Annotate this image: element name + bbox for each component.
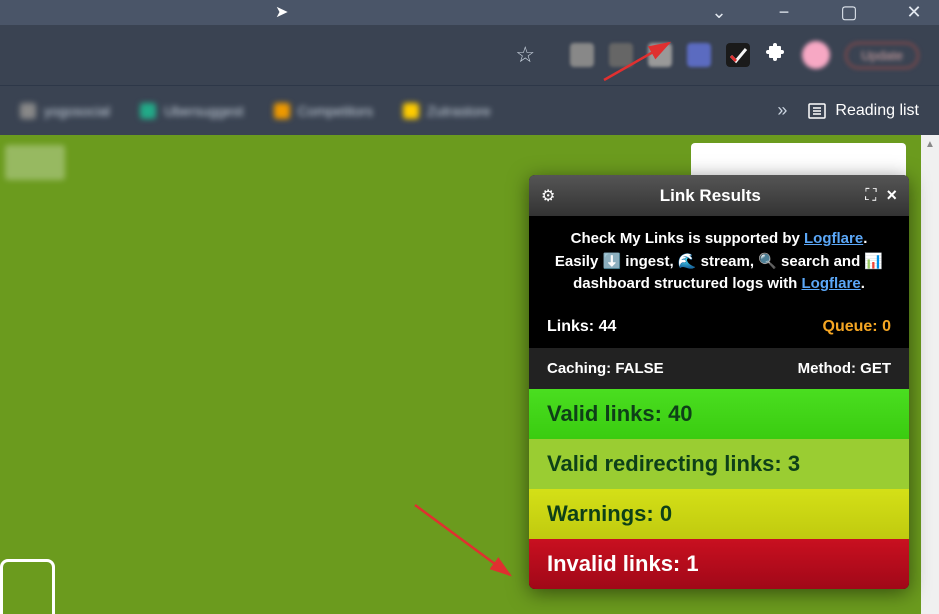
extension-icon-4[interactable] (687, 43, 711, 67)
link-results-panel: ⚙ Link Results ⛶ × Check My Links is sup… (529, 175, 909, 589)
maximize-button[interactable]: ▢ (834, 2, 864, 23)
panel-description: Check My Links is supported by Logflare.… (547, 228, 891, 296)
close-window-button[interactable]: ✕ (899, 2, 929, 23)
invalid-links-row[interactable]: Invalid links: 1 (529, 539, 909, 589)
profile-avatar[interactable] (802, 41, 830, 69)
bookmark-label: yogosocial (44, 103, 110, 119)
queue-count: Queue: 0 (823, 318, 891, 336)
bookmark-star-icon[interactable]: ☆ (515, 42, 535, 68)
minimize-button[interactable]: − (769, 2, 799, 23)
browser-toolbar: ☆ Update (0, 25, 939, 85)
stats-row: Links: 44 Queue: 0 (547, 318, 891, 336)
extension-icon-2[interactable] (609, 43, 633, 67)
bookmark-item[interactable]: Ubersuggest (140, 103, 243, 119)
expand-icon[interactable]: ⛶ (865, 187, 876, 205)
panel-body: Check My Links is supported by Logflare.… (529, 216, 909, 348)
links-count: Links: 44 (547, 318, 616, 336)
close-icon[interactable]: × (886, 185, 897, 206)
page-element (5, 145, 65, 180)
warnings-row[interactable]: Warnings: 0 (529, 489, 909, 539)
update-badge[interactable]: Update (845, 42, 919, 69)
bookmarks-overflow-icon[interactable]: » (777, 100, 787, 121)
bookmarks-bar: yogosocial Ubersuggest Competitors Zutra… (0, 85, 939, 135)
extension-icon-3[interactable] (648, 43, 672, 67)
reading-list-button[interactable]: Reading list (807, 101, 919, 121)
bookmark-item[interactable]: Zutrastore (403, 103, 491, 119)
bookmark-item[interactable]: yogosocial (20, 103, 110, 119)
bookmark-label: Competitors (298, 103, 373, 119)
caching-row: Caching: FALSE Method: GET (529, 348, 909, 389)
bookmark-item[interactable]: Competitors (274, 103, 373, 119)
page-element (0, 559, 55, 614)
logflare-link[interactable]: Logflare (802, 275, 861, 292)
scroll-up-arrow[interactable]: ▲ (921, 135, 939, 153)
scrollbar[interactable]: ▲ (921, 135, 939, 614)
method-value: Method: GET (798, 360, 891, 377)
extension-icon-1[interactable] (570, 43, 594, 67)
panel-title: Link Results (555, 186, 865, 206)
caching-value: Caching: FALSE (547, 360, 664, 377)
valid-links-row[interactable]: Valid links: 40 (529, 389, 909, 439)
window-titlebar: ⌄ − ▢ ✕ (0, 0, 939, 25)
reading-list-icon (807, 101, 827, 121)
reading-list-label: Reading list (835, 102, 919, 120)
titlebar-chevron[interactable]: ⌄ (704, 2, 734, 23)
desc-text: . (863, 230, 867, 247)
redirecting-links-row[interactable]: Valid redirecting links: 3 (529, 439, 909, 489)
gear-icon[interactable]: ⚙ (541, 186, 555, 206)
panel-header: ⚙ Link Results ⛶ × (529, 175, 909, 216)
extensions-puzzle-icon[interactable] (765, 41, 787, 69)
bookmark-label: Ubersuggest (164, 103, 243, 119)
logflare-link[interactable]: Logflare (804, 230, 863, 247)
bookmark-label: Zutrastore (427, 103, 491, 119)
desc-text: . (861, 275, 865, 292)
check-my-links-extension-icon[interactable] (726, 43, 750, 67)
desc-text: Check My Links is supported by (571, 230, 804, 247)
